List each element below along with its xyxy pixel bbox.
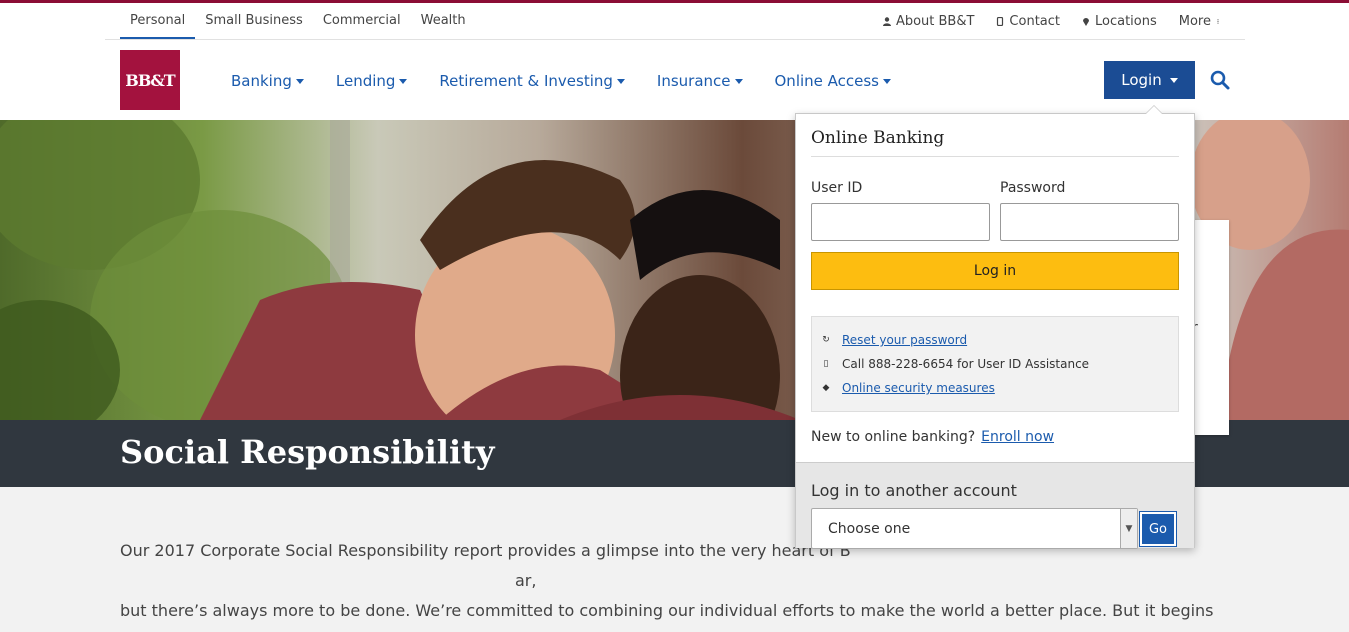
new-online-text: New to online banking? [811,429,976,445]
intro-paragraph-line-1: Our 2017 Corporate Social Responsibility… [120,541,851,560]
page-title: Social Responsibility [120,433,495,471]
caret-down-icon [1169,77,1178,83]
segment-wealth[interactable]: Wealth [411,3,476,39]
caret-down-icon [734,78,743,84]
caret-down-icon [883,78,892,84]
more-label: More [1178,13,1211,29]
caret-down-icon [399,78,408,84]
locations-link[interactable]: Locations [1082,14,1157,29]
call-text: Call 888-228-6654 for User ID Assistance [842,357,1090,371]
nav-lending[interactable]: Lending [320,66,424,96]
phone-icon [997,16,1004,26]
login-button-label: Login [1121,71,1162,89]
another-account-section: Log in to another account Choose one ▼ G… [796,462,1194,549]
about-label: About BB&T [895,13,975,29]
log-in-button[interactable]: Log in [811,252,1179,290]
nav-insurance[interactable]: Insurance [641,66,759,96]
contact-link[interactable]: Contact [996,14,1060,29]
contact-label: Contact [1009,13,1060,29]
more-link[interactable]: More [1179,14,1220,29]
caret-down-icon [616,78,625,84]
nav-banking-label: Banking [231,72,292,90]
password-field[interactable] [1000,203,1179,241]
nav-retirement-label: Retirement & Investing [439,72,613,90]
help-box: ↻ Reset your password ▯ Call 888-228-665… [811,316,1179,412]
nav-lending-label: Lending [335,72,396,90]
search-icon[interactable] [1208,68,1232,92]
shield-icon: ◆ [822,383,830,393]
kebab-icon [1217,18,1219,24]
login-button[interactable]: Login [1104,61,1195,99]
utility-bar: Personal Small Business Commercial Wealt… [105,3,1245,40]
reset-password-row: ↻ Reset your password [822,333,967,347]
call-row: ▯ Call 888-228-6654 for User ID Assistan… [822,357,1090,371]
password-label: Password [1000,180,1066,196]
chevron-down-icon: ▼ [1120,509,1137,548]
user-id-field[interactable] [811,203,990,241]
segment-nav: Personal Small Business Commercial Wealt… [120,3,476,39]
nav-online-access-label: Online Access [774,72,880,90]
utility-links: About BB&T Contact Locations More [861,3,1220,39]
segment-personal[interactable]: Personal [120,3,196,39]
nav-banking[interactable]: Banking [215,66,320,96]
security-row: ◆ Online security measures [822,381,995,395]
security-link[interactable]: Online security measures [842,381,995,395]
intro-paragraph: Our 2017 Corporate Social Responsibility… [120,536,1228,632]
bbt-logo[interactable]: BB&T [120,50,180,110]
phone-icon: ▯ [823,359,829,369]
another-account-label: Log in to another account [811,481,1017,500]
enroll-now-link[interactable]: Enroll now [981,429,1054,445]
nav-insurance-label: Insurance [656,72,731,90]
nav-retirement-investing[interactable]: Retirement & Investing [423,66,640,96]
login-panel-title: Online Banking [811,128,945,148]
nav-online-access[interactable]: Online Access [759,66,908,96]
caret-down-icon [295,78,304,84]
location-pin-icon [1083,17,1089,26]
refresh-icon: ↻ [822,335,830,345]
go-button[interactable]: Go [1139,511,1177,547]
locations-label: Locations [1095,13,1157,29]
intro-paragraph-rest: but there’s always more to be done. We’r… [120,601,1214,632]
main-nav: Banking Lending Retirement & Investing I… [215,66,907,96]
login-dropdown: Online Banking User ID Password Log in ↻… [795,105,1195,549]
user-icon [882,16,891,26]
segment-commercial[interactable]: Commercial [313,3,411,39]
reset-password-link[interactable]: Reset your password [842,333,967,347]
segment-small-business[interactable]: Small Business [195,3,313,39]
new-online-banking: New to online banking? Enroll now [811,429,1054,445]
account-select[interactable]: Choose one ▼ [811,508,1138,549]
intro-paragraph-line-1-end: ar, [515,571,537,590]
account-select-value: Choose one [828,520,911,537]
user-id-label: User ID [811,180,863,196]
about-link[interactable]: About BB&T [882,13,975,29]
divider [811,156,1179,157]
